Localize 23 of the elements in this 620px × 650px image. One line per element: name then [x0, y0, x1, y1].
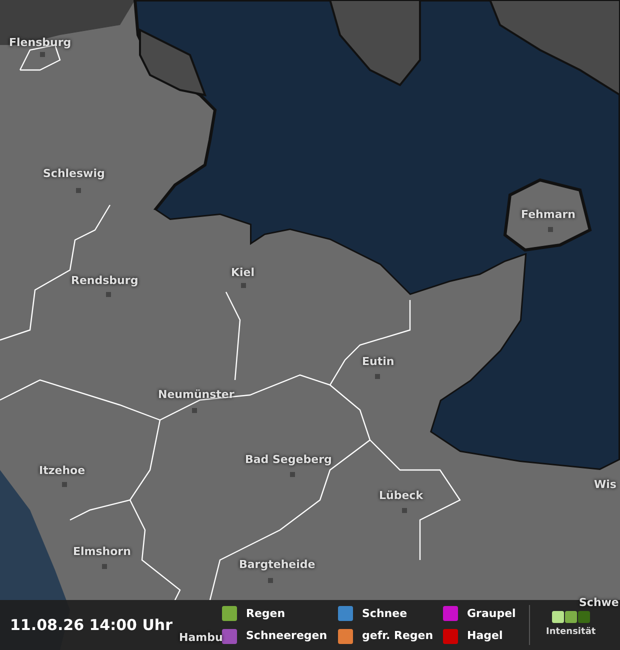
timestamp: 11.08.26 14:00 Uhr: [10, 616, 172, 634]
legend-label: Schnee: [362, 606, 408, 622]
city-label: Wis: [594, 477, 616, 493]
city-label: Hambu: [179, 630, 223, 646]
legend-label: Hagel: [467, 628, 503, 644]
city-label: Schwe: [579, 595, 619, 611]
legend-label: Graupel: [467, 606, 516, 622]
city-label: Rendsburg: [71, 273, 138, 289]
legend-label: Schneeregen: [246, 628, 328, 644]
city-label: Flensburg: [9, 35, 72, 51]
legend-label: gefr. Regen: [362, 628, 434, 644]
city-label: Eutin: [362, 354, 394, 370]
city-label: Itzehoe: [39, 463, 86, 479]
legend-label: Regen: [246, 606, 286, 622]
city-label: Schleswig: [43, 166, 105, 182]
city-label: Elmshorn: [73, 544, 131, 560]
city-label: Fehmarn: [521, 207, 576, 223]
city-label: Bad Segeberg: [245, 452, 332, 468]
intensity-label: Intensität: [546, 626, 596, 639]
city-label: Bargteheide: [239, 557, 316, 573]
city-label: Lübeck: [379, 488, 424, 504]
city-label: Neumünster: [158, 387, 234, 403]
city-label: Kiel: [231, 265, 255, 281]
